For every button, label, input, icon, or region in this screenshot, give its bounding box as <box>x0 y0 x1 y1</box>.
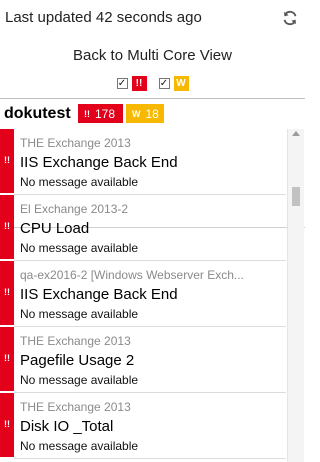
header-divider <box>0 98 305 99</box>
refresh-icon[interactable] <box>281 9 299 27</box>
alert-title: Disk IO _Total <box>20 418 114 435</box>
alert-list: !! THE Exchange 2013 IIS Exchange Back E… <box>0 129 286 462</box>
alert-title: CPU Load <box>20 220 90 237</box>
alert-message: No message available <box>20 241 139 255</box>
alert-source: THE Exchange 2013 <box>20 334 131 348</box>
warning-filter-icon: W <box>173 76 189 91</box>
alert-title: Pagefile Usage 2 <box>20 352 135 369</box>
error-count-badge[interactable]: !! 178 <box>78 104 123 123</box>
alert-item[interactable]: !! qa-ex2016-2 [Windows Webserver Exch..… <box>0 261 286 327</box>
alert-item[interactable]: !! THE Exchange 2013 Pagefile Usage 2 No… <box>0 327 286 393</box>
error-count: 178 <box>95 106 116 121</box>
alert-item[interactable]: !! El Exchange 2013-2 CPU Load No messag… <box>0 195 286 261</box>
error-icon: !! <box>4 353 10 363</box>
error-icon: !! <box>4 155 10 165</box>
warning-count-badge[interactable]: W 18 <box>126 104 164 123</box>
alert-item[interactable]: !! THE Exchange 2013 Disk IO _Total No m… <box>0 393 286 459</box>
filter-bar: ✓ !! ✓ W <box>0 76 305 91</box>
warning-count: 18 <box>145 106 159 121</box>
error-icon: !! <box>4 221 10 231</box>
alert-source: qa-ex2016-2 [Windows Webserver Exch... <box>20 268 244 282</box>
error-filter-checkbox[interactable]: ✓ <box>116 78 128 89</box>
alert-source: THE Exchange 2013 <box>20 136 131 150</box>
alert-message: No message available <box>20 439 139 453</box>
alert-message: No message available <box>20 175 139 189</box>
error-filter-icon: !! <box>131 76 147 91</box>
group-name: dokutest <box>4 105 71 122</box>
error-icon: !! <box>4 419 10 429</box>
warning-badge-icon: W <box>132 108 141 119</box>
header: Last updated 42 seconds ago Back to Mult… <box>0 0 305 98</box>
last-updated-text: Last updated 42 seconds ago <box>5 9 202 26</box>
scrollbar[interactable] <box>287 129 304 462</box>
back-to-multi-core-link[interactable]: Back to Multi Core View <box>0 47 305 64</box>
alert-divider <box>14 458 286 459</box>
error-icon: !! <box>4 287 10 297</box>
warning-filter-checkbox[interactable]: ✓ <box>158 78 170 89</box>
alert-item[interactable]: !! THE Exchange 2013 IIS Exchange Back E… <box>0 129 286 195</box>
error-badge-icon: !! <box>84 108 90 119</box>
scroll-up-arrow-icon[interactable] <box>292 131 300 136</box>
alert-title: IIS Exchange Back End <box>20 154 178 171</box>
group-header: dokutest !! 178 W 18 <box>0 100 305 228</box>
alert-message: No message available <box>20 307 139 321</box>
alert-source: El Exchange 2013-2 <box>20 202 129 216</box>
alert-title: IIS Exchange Back End <box>20 286 178 303</box>
alert-message: No message available <box>20 373 139 387</box>
scroll-thumb[interactable] <box>292 187 300 206</box>
alert-source: THE Exchange 2013 <box>20 400 131 414</box>
